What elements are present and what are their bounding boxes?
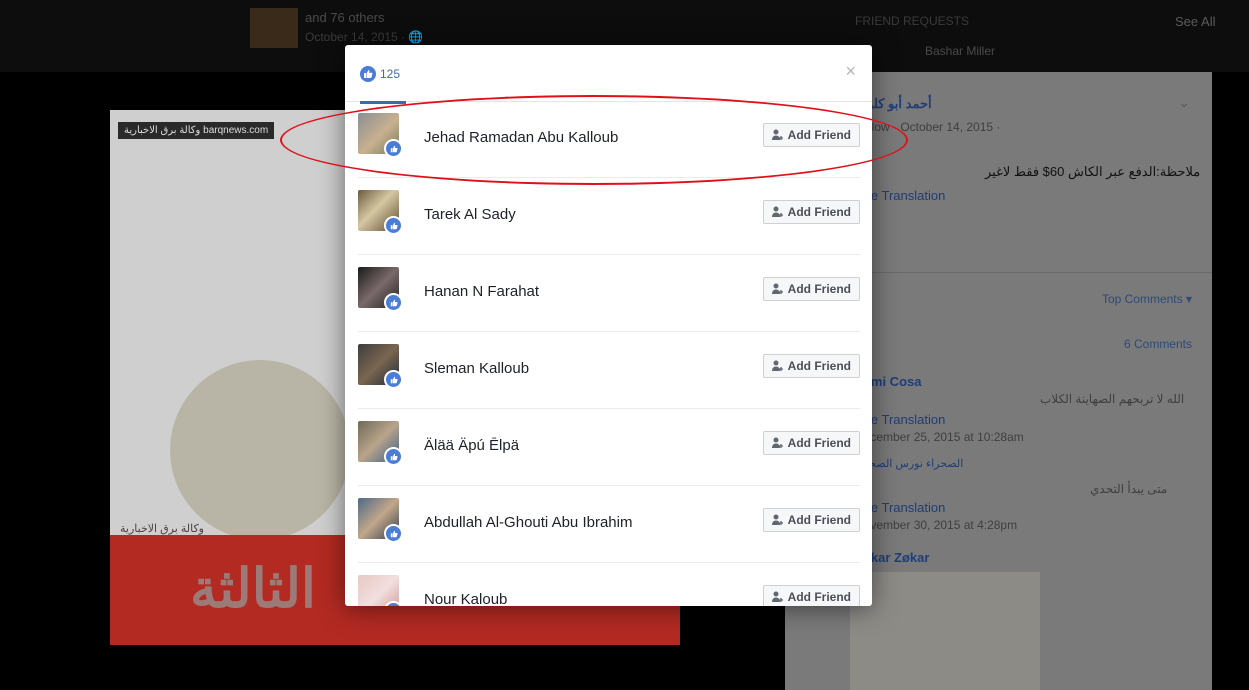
avatar[interactable]	[358, 344, 403, 389]
thumbs-up-icon	[360, 66, 376, 82]
see-all-link[interactable]: See All	[1175, 14, 1215, 29]
avatar[interactable]	[358, 421, 403, 466]
header-thumbnail	[250, 8, 298, 48]
add-friend-label: Add Friend	[787, 205, 851, 219]
person-name[interactable]: Abdullah Al-Ghouti Abu Ibrahim	[424, 514, 632, 531]
comment-photo	[850, 572, 1040, 690]
avatar[interactable]	[358, 575, 403, 606]
person-plus-icon	[771, 129, 783, 140]
person-name[interactable]: Tarek Al Sady	[424, 206, 516, 223]
comments-count: 6 Comments	[1123, 337, 1192, 351]
add-friend-label: Add Friend	[787, 590, 851, 604]
friend-requests-label: FRIEND REQUESTS	[855, 14, 970, 28]
close-icon[interactable]: ×	[845, 61, 856, 82]
add-friend-button[interactable]: Add Friend	[762, 277, 860, 301]
header-subtext: October 14, 2015 · 🌐	[305, 30, 424, 44]
add-friend-button[interactable]: Add Friend	[762, 200, 860, 224]
thumbs-up-icon	[384, 370, 403, 389]
photo-logo-bottom: وكالة برق الاخبارية	[120, 523, 204, 535]
header-text: and 76 others	[305, 10, 385, 25]
add-friend-button[interactable]: Add Friend	[762, 354, 860, 378]
add-friend-label: Add Friend	[787, 128, 851, 142]
add-friend-label: Add Friend	[787, 359, 851, 373]
comment-time[interactable]: November 30, 2015 at 4:28pm	[855, 518, 1017, 532]
person-row: Hanan N Farahat Add Friend	[358, 255, 860, 332]
thumbs-up-icon	[384, 216, 403, 235]
comment-time[interactable]: December 25, 2015 at 10:28am	[855, 430, 1024, 444]
thumbs-up-icon	[384, 293, 403, 312]
friend-request-name: Bashar Miller	[925, 44, 996, 58]
reactions-dialog: 125 × Jehad Ramadan Abu Kalloub Add Frie…	[345, 45, 872, 606]
avatar[interactable]	[358, 190, 403, 235]
comment-text: الله لا تربحهم الصهاينة الكلاب	[1040, 392, 1185, 406]
person-plus-icon	[771, 591, 783, 602]
add-friend-button[interactable]: Add Friend	[762, 508, 860, 532]
person-plus-icon	[771, 283, 783, 294]
person-plus-icon	[771, 360, 783, 371]
avatar[interactable]	[358, 267, 403, 312]
person-row: Sleman Kalloub Add Friend	[358, 332, 860, 409]
like-count: 125	[380, 67, 401, 81]
photo-bottom-text: الثالثة	[190, 559, 316, 619]
person-plus-icon	[771, 514, 783, 525]
person-row: Nour Kaloub Add Friend	[358, 563, 860, 606]
thumbs-up-icon	[384, 524, 403, 543]
comment-text: متى يبدأ التحدي	[1090, 482, 1168, 496]
add-friend-label: Add Friend	[787, 513, 851, 527]
person-name[interactable]: Nour Kaloub	[424, 591, 507, 606]
thumbs-up-icon	[384, 447, 403, 466]
person-name[interactable]: Jehad Ramadan Abu Kalloub	[424, 129, 618, 146]
post-body: ملاحظة:الدفع عبر الكاش 60$ فقط لاغير	[985, 164, 1201, 179]
person-row: Jehad Ramadan Abu Kalloub Add Friend	[358, 101, 860, 178]
post-meta: Follow · October 14, 2015 ·	[855, 120, 1001, 134]
person-row: Abdullah Al-Ghouti Abu Ibrahim Add Frien…	[358, 486, 860, 563]
thumbs-up-icon	[384, 601, 403, 606]
add-friend-button[interactable]: Add Friend	[762, 123, 860, 147]
avatar[interactable]	[358, 498, 403, 543]
dialog-header: 125 ×	[345, 45, 872, 104]
chevron-down-icon[interactable]: ⌄	[1178, 94, 1190, 111]
top-comments-dropdown[interactable]: Top Comments ▾	[1102, 292, 1192, 306]
person-plus-icon	[771, 206, 783, 217]
people-list[interactable]: Jehad Ramadan Abu Kalloub Add Friend Tar…	[345, 101, 872, 606]
add-friend-button[interactable]: Add Friend	[762, 585, 860, 606]
thumbs-up-icon	[384, 139, 403, 158]
person-name[interactable]: Hanan N Farahat	[424, 283, 539, 300]
add-friend-label: Add Friend	[787, 282, 851, 296]
tab-all-likes[interactable]: 125	[360, 65, 406, 104]
add-friend-label: Add Friend	[787, 436, 851, 450]
avatar[interactable]	[358, 113, 403, 158]
person-name[interactable]: Älää Äpú Ēlpä	[424, 437, 519, 454]
person-row: Tarek Al Sady Add Friend	[358, 178, 860, 255]
add-friend-button[interactable]: Add Friend	[762, 431, 860, 455]
photo-logo: وكالة برق الاخبارية barqnews.com	[118, 122, 275, 139]
person-name[interactable]: Sleman Kalloub	[424, 360, 529, 377]
person-plus-icon	[771, 437, 783, 448]
photo-meme-face	[170, 360, 350, 540]
person-row: Älää Äpú Ēlpä Add Friend	[358, 409, 860, 486]
